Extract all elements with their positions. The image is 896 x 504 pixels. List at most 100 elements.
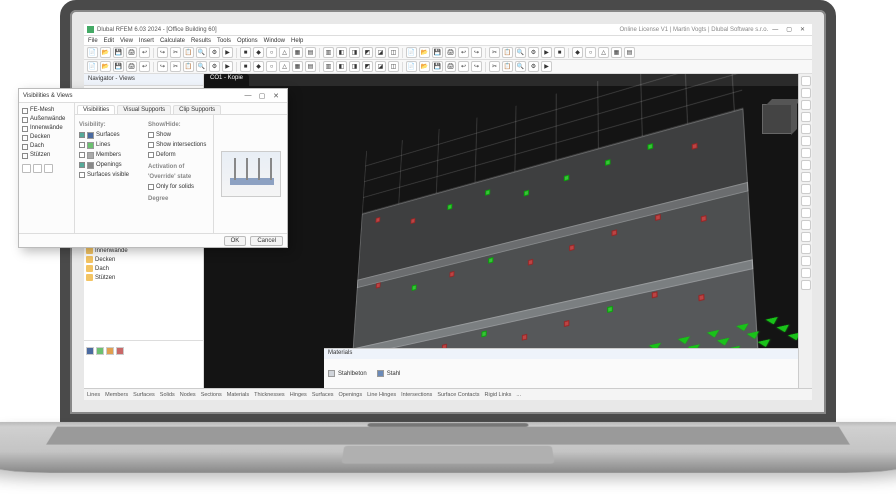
toolbar-button[interactable]: 🖨 [445,61,456,72]
side-tool-button[interactable] [801,136,811,146]
toolbar-button[interactable]: ◨ [349,47,360,58]
status-item[interactable]: Materials [227,392,249,398]
dlg-option[interactable]: Openings [79,160,140,170]
nav-tab-data-icon[interactable] [86,347,94,355]
toolbar-button[interactable]: ◫ [388,61,399,72]
toolbar-button[interactable]: 📂 [100,61,111,72]
toolbar-button[interactable]: ▥ [323,61,334,72]
dlg-tab-visibilities[interactable]: Visibilities [77,105,115,114]
dlg-tree-item[interactable]: Innenwände [22,124,71,133]
menu-item[interactable]: File [88,38,98,44]
max-icon[interactable]: ▢ [786,26,792,33]
dlg-option[interactable]: Show intersections [148,140,209,150]
dlg-tree-item[interactable]: Dach [22,142,71,151]
toolbar-button[interactable]: 🔍 [515,61,526,72]
menu-item[interactable]: Help [291,38,303,44]
menu-item[interactable]: Results [191,38,211,44]
menu-item[interactable]: Calculate [160,38,185,44]
status-item[interactable]: Hinges [290,392,307,398]
toolbar-button[interactable]: ✂ [489,61,500,72]
toolbar-button[interactable]: 📋 [183,47,194,58]
toolbar-button[interactable]: 📂 [419,61,430,72]
dlg-option[interactable]: Lines [79,140,140,150]
status-item[interactable]: Sections [201,392,222,398]
toolbar-button[interactable]: ⚙ [528,61,539,72]
side-tool-button[interactable] [801,88,811,98]
dialog-tree-panel[interactable]: FE-MeshAußenwändeInnenwändeDeckenDachStü… [19,103,75,233]
viewport-tab[interactable]: CO1 - Kopie [204,74,249,86]
dlg-tab-visual[interactable]: Visual Supports [117,105,171,114]
checkbox-icon[interactable] [79,142,85,148]
nav-tab-views-icon[interactable] [106,347,114,355]
toolbar-button[interactable]: 📋 [183,61,194,72]
dlg-add-icon[interactable] [22,164,31,173]
toolbar-button[interactable]: ↩ [458,61,469,72]
toolbar-button[interactable]: 💾 [432,61,443,72]
dialog-close-icon[interactable]: ✕ [269,90,283,101]
toolbar-button[interactable]: 🖨 [445,47,456,58]
toolbar-button[interactable]: ✂ [170,47,181,58]
dlg-option[interactable]: Show [148,130,209,140]
checkbox-icon[interactable] [79,152,85,158]
toolbar-button[interactable]: ▦ [292,61,303,72]
side-tool-button[interactable] [801,256,811,266]
dialog-cancel-button[interactable]: Cancel [250,236,283,246]
menu-item[interactable]: Insert [139,38,154,44]
side-tool-button[interactable] [801,208,811,218]
status-item[interactable]: Members [105,392,128,398]
side-tool-button[interactable] [801,244,811,254]
dlg-tab-clip[interactable]: Clip Supports [173,105,221,114]
dlg-tree-item[interactable]: FE-Mesh [22,106,71,115]
toolbar-button[interactable]: ◪ [375,61,386,72]
status-item[interactable]: Line Hinges [367,392,396,398]
toolbar-button[interactable]: ◆ [572,47,583,58]
status-item[interactable]: Nodes [180,392,196,398]
dlg-option[interactable]: Deform [148,150,209,160]
dlg-option[interactable]: Only for solids [148,182,209,192]
toolbar-button[interactable]: ▦ [611,47,622,58]
side-tool-button[interactable] [801,184,811,194]
material-item[interactable]: Stahl [377,361,401,386]
toolbar-button[interactable]: 📄 [406,47,417,58]
toolbar-button[interactable]: ■ [554,47,565,58]
toolbar-button[interactable]: ○ [585,47,596,58]
status-item[interactable]: Intersections [401,392,432,398]
viewcube[interactable] [762,104,792,134]
side-tool-button[interactable] [801,148,811,158]
toolbar-button[interactable]: ✂ [170,61,181,72]
side-tool-button[interactable] [801,160,811,170]
toolbar-button[interactable]: ↩ [458,47,469,58]
toolbar-button[interactable]: ↪ [471,47,482,58]
nav-tab-display-icon[interactable] [96,347,104,355]
menu-item[interactable]: View [120,38,133,44]
toolbar-button[interactable]: ◩ [362,61,373,72]
toolbar-button[interactable]: ▶ [222,61,233,72]
side-tool-button[interactable] [801,232,811,242]
toolbar-button[interactable]: ○ [266,61,277,72]
toolbar-button[interactable]: 🖨 [126,47,137,58]
toolbar-button[interactable]: ⚙ [528,47,539,58]
toolbar-button[interactable]: ▶ [222,47,233,58]
status-item[interactable]: Solids [160,392,175,398]
close-icon[interactable]: ✕ [800,26,805,33]
dialog-titlebar[interactable]: Visibilities & Views — ▢ ✕ [19,89,287,103]
menu-item[interactable]: Window [264,38,285,44]
toolbar-button[interactable]: ◆ [253,61,264,72]
dialog-max-icon[interactable]: ▢ [255,90,269,101]
checkbox-icon[interactable] [79,172,85,178]
dlg-copy-icon[interactable] [33,164,42,173]
toolbar-button[interactable]: 💾 [432,47,443,58]
viewport-3d[interactable]: CO1 - Kopie Dim [204,74,798,400]
side-tool-button[interactable] [801,100,811,110]
toolbar-button[interactable]: ↪ [157,47,168,58]
toolbar-button[interactable]: ◧ [336,61,347,72]
toolbar-button[interactable]: 📂 [419,47,430,58]
dialog-min-icon[interactable]: — [241,90,255,101]
material-item[interactable]: Stahlbeton [328,361,367,386]
toolbar-button[interactable]: ◆ [253,47,264,58]
toolbar-button[interactable]: ▶ [541,61,552,72]
dialog-ok-button[interactable]: OK [224,236,247,246]
status-item[interactable]: Surfaces [312,392,334,398]
dlg-option[interactable]: Members [79,150,140,160]
toolbar-button[interactable]: ◪ [375,47,386,58]
